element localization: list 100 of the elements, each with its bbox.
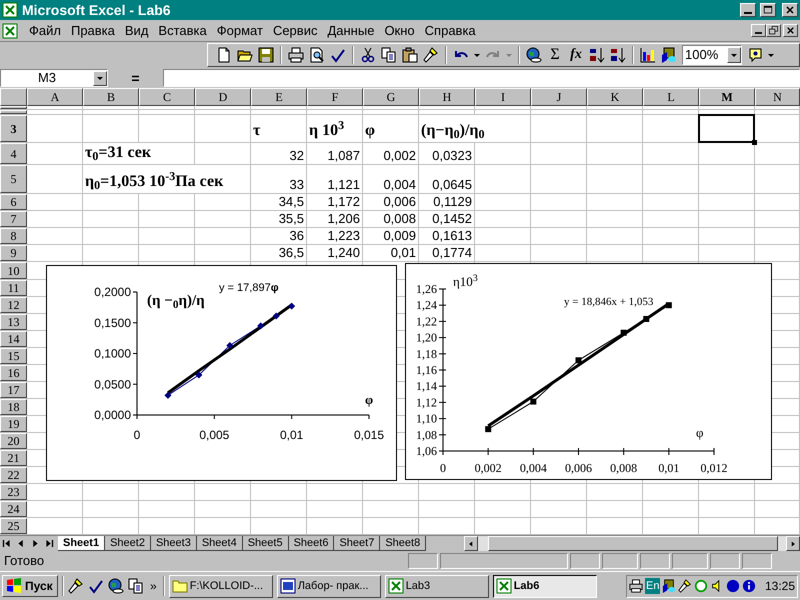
zoom-field[interactable]: 100% (682, 45, 742, 65)
row-header[interactable] (0, 110, 27, 114)
row-header[interactable]: 10 (0, 262, 27, 279)
column-header[interactable]: M (699, 88, 755, 106)
column-header[interactable]: F (307, 88, 363, 106)
column-header[interactable]: L (643, 88, 699, 106)
chart[interactable]: 1,06 1,08 1,10 1,12 1,14 1,16 1,18 1,20 1,22 1,24 1,26 0 0,002 0,004 0,006 0,008 0,01 0,012 η10$^{3}$ φ y = 18,846x + 1,053 (405, 263, 772, 480)
fill-handle[interactable] (752, 140, 757, 145)
row-header[interactable]: 6 (0, 194, 27, 210)
sort-ascending-icon[interactable] (589, 47, 605, 63)
copy-icon[interactable] (381, 47, 397, 63)
menu-item[interactable]: Формат (212, 20, 268, 40)
formula-field[interactable] (163, 69, 800, 87)
row-header[interactable]: 21 (0, 450, 27, 466)
sheet-tab[interactable]: Sheet4 (196, 536, 243, 551)
row-header[interactable]: 9 (0, 245, 27, 261)
globe-icon[interactable] (526, 47, 542, 63)
taskbar-button[interactable]: F:\KOLLOID-... (168, 574, 273, 598)
column-header[interactable]: G (363, 88, 419, 106)
maximize-button[interactable] (760, 3, 776, 17)
row-header[interactable]: 18 (0, 399, 27, 415)
row-header[interactable]: 7 (0, 211, 27, 227)
row-header[interactable]: 12 (0, 297, 27, 313)
row-header[interactable]: 19 (0, 416, 27, 432)
document-icon[interactable] (216, 47, 232, 63)
column-header[interactable]: J (531, 88, 587, 106)
start-button[interactable]: Пуск (2, 575, 58, 597)
close-button[interactable] (782, 3, 798, 17)
sheet-tab[interactable]: Sheet2 (105, 536, 151, 551)
caret-icon[interactable] (474, 54, 480, 56)
row-header[interactable]: 20 (0, 433, 27, 449)
row-header[interactable]: 17 (0, 382, 27, 398)
browser-icon[interactable] (108, 578, 124, 594)
name-box[interactable]: M3 (0, 69, 108, 87)
row-header[interactable]: 5 (0, 165, 27, 193)
column-header[interactable]: I (475, 88, 531, 106)
row-header[interactable]: 8 (0, 228, 27, 244)
row-header[interactable] (0, 106, 27, 109)
equals-sign[interactable]: = (108, 68, 163, 88)
row-header[interactable]: 23 (0, 484, 27, 500)
sort-descending-icon[interactable] (610, 47, 626, 63)
spreadsheet-icon[interactable] (2, 22, 18, 38)
menu-item[interactable]: Файл (24, 20, 66, 40)
bar-chart-icon[interactable] (640, 47, 656, 63)
row-header[interactable]: 16 (0, 365, 27, 381)
caret-icon[interactable] (731, 54, 737, 56)
row-header[interactable]: 15 (0, 348, 27, 364)
column-header[interactable]: D (195, 88, 251, 106)
autosum-button[interactable]: Σ (547, 47, 563, 63)
taskbar-button[interactable]: Lab3 (384, 574, 489, 598)
print-preview-icon[interactable] (309, 47, 325, 63)
column-header[interactable]: A (27, 88, 83, 106)
taskbar-button[interactable]: Lab6 (492, 574, 597, 598)
menu-item[interactable]: Окно (379, 20, 420, 40)
circle-icon[interactable] (726, 579, 740, 593)
map-icon[interactable] (661, 47, 677, 63)
more-button[interactable]: » (148, 577, 159, 595)
menu-item[interactable]: Вставка (153, 20, 212, 40)
row-header[interactable]: 3 (0, 115, 27, 142)
sheet-tab[interactable]: Sheet3 (150, 536, 197, 551)
row-header[interactable]: 13 (0, 314, 27, 330)
sheet-tab[interactable]: Sheet5 (242, 536, 289, 551)
menu-item[interactable]: Справка (420, 20, 481, 40)
menu-item[interactable]: Вид (120, 20, 154, 40)
function-button[interactable]: fx (568, 47, 584, 63)
taskbar-button[interactable]: Лабор- прак... (276, 574, 381, 598)
sheet-tab[interactable]: Sheet1 (58, 536, 106, 551)
language-indicator[interactable]: En (645, 578, 660, 594)
column-header[interactable]: H (419, 88, 475, 106)
sheet-tab[interactable]: Sheet6 (288, 536, 334, 551)
horizontal-scrollbar[interactable] (464, 536, 800, 551)
row-header[interactable]: 22 (0, 467, 27, 483)
menu-item[interactable]: Правка (66, 20, 120, 40)
chart[interactable]: 0,0000 0,0500 0,1000 0,1500 0,2000 0 0,005 0,01 0,015 (η −$_{0}$η)/η φ y = 17,897φ (46, 265, 397, 481)
column-header[interactable]: B (83, 88, 139, 106)
row-header[interactable]: 24 (0, 501, 27, 517)
info-icon[interactable] (742, 579, 756, 593)
minimize-button[interactable] (751, 24, 766, 37)
row-header[interactable]: 11 (0, 280, 27, 296)
column-header[interactable]: C (139, 88, 195, 106)
row-header[interactable]: 14 (0, 331, 27, 347)
row-header[interactable]: 4 (0, 143, 27, 164)
column-header[interactable]: E (251, 88, 307, 106)
minimize-button[interactable] (740, 3, 756, 17)
caret-icon[interactable] (768, 54, 774, 56)
sheet-tab[interactable]: Sheet7 (334, 536, 380, 551)
row-header[interactable]: 25 (0, 518, 27, 534)
restore-button[interactable] (766, 24, 781, 37)
scissors-icon[interactable] (360, 47, 376, 63)
select-all-corner[interactable] (0, 88, 27, 106)
column-header[interactable]: K (587, 88, 643, 106)
printer-icon[interactable] (288, 47, 304, 63)
paintbrush-icon[interactable] (423, 47, 439, 63)
caret-icon[interactable] (97, 76, 103, 80)
help-icon[interactable] (747, 47, 763, 63)
checkmark-icon[interactable] (330, 47, 346, 63)
sheet-tab[interactable]: Sheet8 (380, 536, 426, 551)
menu-item[interactable]: Данные (322, 20, 380, 40)
close-button[interactable] (783, 24, 798, 37)
spreadsheet-icon[interactable] (2, 2, 18, 18)
